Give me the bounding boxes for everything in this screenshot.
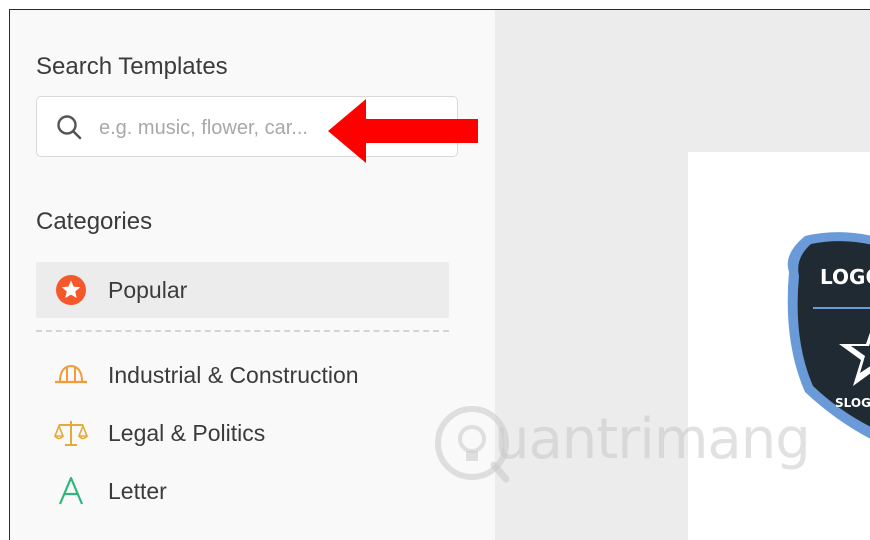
category-item-legal[interactable]: Legal & Politics — [36, 404, 449, 462]
app-frame: Search Templates Categories Popular — [9, 9, 870, 540]
red-arrow-annotation — [328, 99, 478, 163]
category-label: Industrial & Construction — [108, 361, 359, 388]
categories-title: Categories — [36, 208, 153, 235]
sidebar: Search Templates Categories Popular — [10, 10, 495, 540]
scales-icon — [54, 416, 88, 450]
category-label: Popular — [108, 276, 188, 303]
search-input[interactable] — [97, 112, 351, 144]
search-icon — [57, 115, 82, 140]
category-item-letter[interactable]: Letter — [36, 462, 449, 520]
shield-logo-icon: LOGO SLOG — [787, 232, 870, 439]
category-item-popular[interactable]: Popular — [36, 262, 449, 318]
preview-area: LOGO SLOG — [495, 10, 870, 540]
category-divider — [36, 330, 449, 332]
category-list: Popular Industrial & Construction Legal … — [36, 262, 449, 540]
template-preview-card[interactable]: LOGO SLOG — [688, 152, 870, 540]
category-item-industrial[interactable]: Industrial & Construction — [36, 346, 449, 404]
badge-top-text: LOGO — [820, 265, 870, 289]
search-templates-title: Search Templates — [36, 53, 228, 80]
category-label: Letter — [108, 477, 167, 504]
star-badge-icon — [54, 273, 88, 307]
category-item-partial[interactable] — [36, 520, 449, 540]
category-label: Legal & Politics — [108, 419, 266, 446]
hard-hat-icon — [54, 358, 88, 392]
letter-a-icon — [54, 474, 88, 508]
badge-bottom-text: SLOG — [835, 396, 870, 410]
